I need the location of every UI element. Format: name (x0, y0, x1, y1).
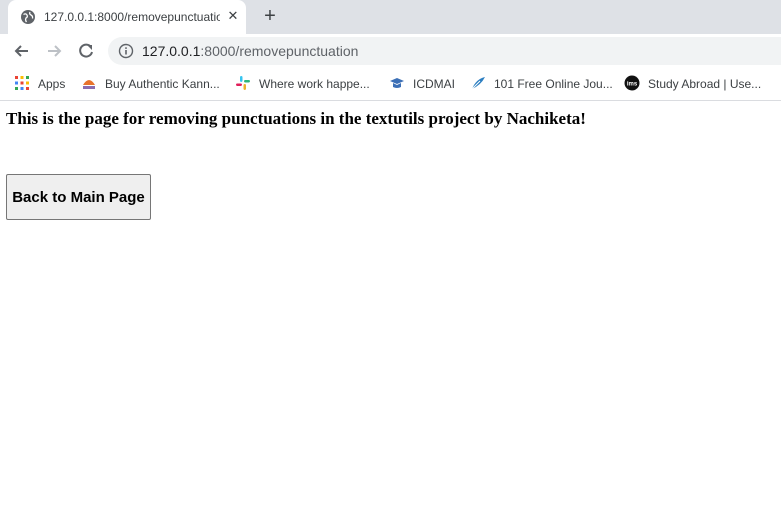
shop-logo-icon (81, 75, 97, 91)
bookmark-label: Where work happe... (259, 77, 370, 91)
url-text[interactable]: 127.0.0.1:8000/removepunctuation (142, 43, 358, 59)
tab-title: 127.0.0.1:8000/removepunctuation (44, 10, 220, 24)
bookmark-label: Apps (38, 77, 66, 91)
info-icon[interactable] (118, 43, 134, 59)
feather-icon (470, 75, 486, 91)
slack-icon (235, 75, 251, 91)
url-host: 127.0.0.1 (142, 43, 201, 59)
bookmarks-bar: Apps Buy Authentic Kann... Where work ha… (0, 68, 781, 101)
browser-tab[interactable]: 127.0.0.1:8000/removepunctuation ✕ (8, 0, 246, 34)
close-tab-icon[interactable]: ✕ (225, 8, 241, 24)
bookmark-label: Study Abroad | Use... (648, 77, 762, 91)
reload-icon[interactable] (76, 41, 96, 61)
bookmark-label: 101 Free Online Jou... (494, 77, 613, 91)
ims-logo-icon: ims (624, 75, 640, 91)
svg-text:ims: ims (627, 82, 638, 88)
bookmark-label: ICDMAI (413, 77, 455, 91)
page-content: This is the page for removing punctuatio… (0, 101, 781, 528)
forward-arrow-icon[interactable] (44, 41, 64, 61)
back-arrow-icon[interactable] (12, 41, 32, 61)
page-heading: This is the page for removing punctuatio… (6, 109, 586, 128)
apps-grid-icon (14, 75, 30, 91)
address-bar[interactable]: 127.0.0.1:8000/removepunctuation (108, 37, 781, 65)
url-path: :8000/removepunctuation (200, 43, 359, 59)
globe-icon (20, 9, 36, 25)
plus-icon[interactable]: + (260, 6, 280, 27)
bookmark-label: Buy Authentic Kann... (105, 77, 220, 91)
graduation-cap-icon (389, 75, 405, 91)
back-to-main-button[interactable]: Back to Main Page (6, 174, 151, 220)
browser-toolbar: 127.0.0.1:8000/removepunctuation (0, 34, 781, 68)
tab-strip: 127.0.0.1:8000/removepunctuation ✕ + (0, 0, 781, 34)
